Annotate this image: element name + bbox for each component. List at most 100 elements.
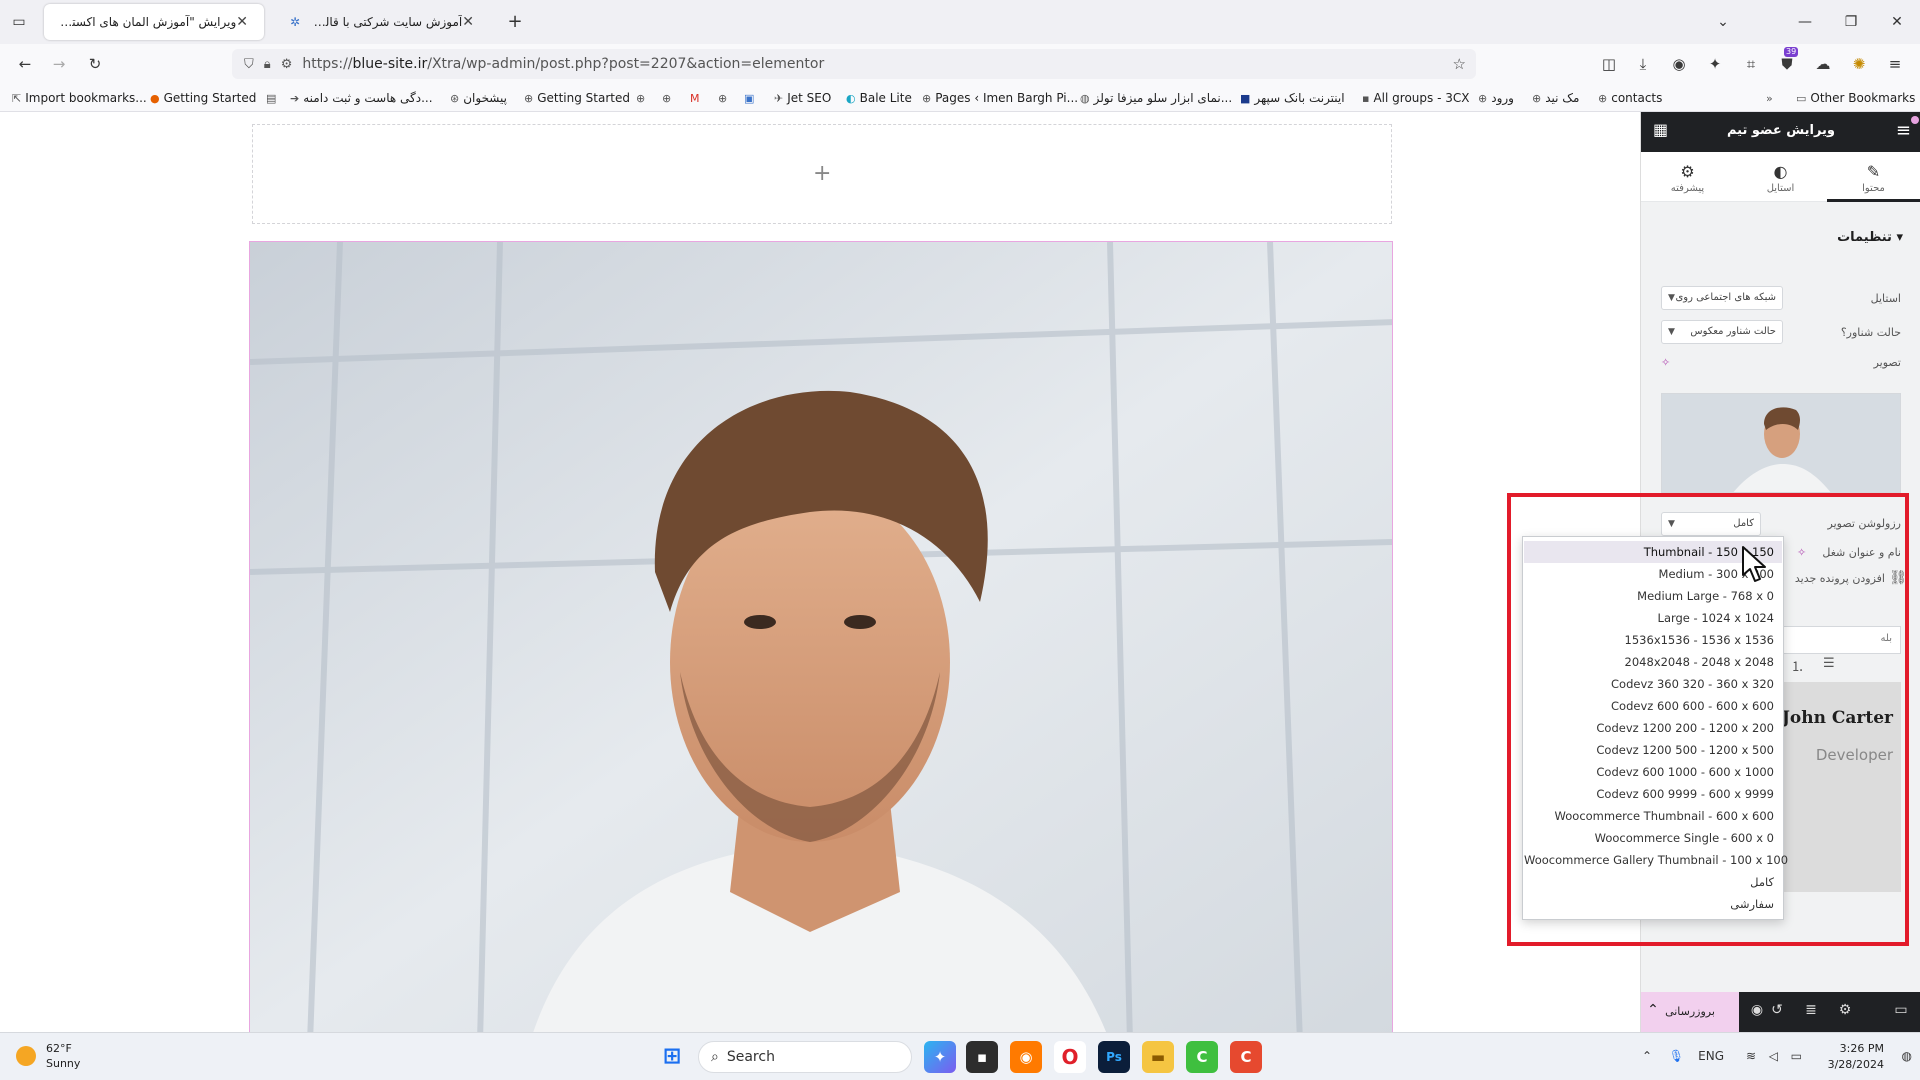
bookmark-pages[interactable]: ⊕ Pages ‹ Imen Bargh Pi... xyxy=(922,89,1078,107)
bookmark-star-icon[interactable]: ☆ xyxy=(1453,55,1466,73)
firefox-app-icon[interactable]: ◉ xyxy=(1010,1041,1042,1073)
bookmark-folder[interactable]: ▤ xyxy=(266,89,280,107)
responsive-mode-icon[interactable]: ▭ xyxy=(1891,1002,1911,1018)
tab-tutorial[interactable]: ✕ آموزش سایت شرکتی با قالب اکس ✲ xyxy=(272,4,490,40)
bookmark-globe-2[interactable]: ⊕ xyxy=(662,89,675,107)
settings-gear-icon[interactable]: ⚙ xyxy=(1835,1002,1855,1018)
shield-icon[interactable]: ⛉ xyxy=(244,57,254,72)
resolution-option[interactable]: Codevz 1200 500 - 1200 x 500 xyxy=(1524,739,1782,761)
wifi-icon[interactable]: ≋ xyxy=(1746,1049,1756,1063)
other-bookmarks[interactable]: ▭ Other Bookmarks xyxy=(1796,89,1915,107)
resolution-option[interactable]: Codevz 1200 200 - 1200 x 200 xyxy=(1524,717,1782,739)
add-section-plus-icon[interactable]: + xyxy=(813,161,831,186)
bookmark-jet-seo[interactable]: ✈ Jet SEO xyxy=(774,89,831,107)
resolution-option[interactable]: Medium Large - 768 x 0 xyxy=(1524,585,1782,607)
bookmark-square[interactable]: ▣ xyxy=(744,89,758,107)
unordered-list-icon[interactable]: ☰ xyxy=(1823,656,1835,671)
history-icon[interactable]: ↺ xyxy=(1767,1002,1787,1018)
forward-arrow-icon[interactable]: → xyxy=(44,49,74,79)
bookmark-login[interactable]: ⊕ ورود xyxy=(1478,89,1514,107)
bookmark-bank[interactable]: ■ اینترنت بانک سپهر xyxy=(1240,89,1345,107)
back-arrow-icon[interactable]: ← xyxy=(10,49,40,79)
bookmark-contacts[interactable]: ⊕ contacts xyxy=(1598,89,1662,107)
section-title-settings[interactable]: ▾ تنظیمات xyxy=(1837,230,1903,245)
tab-style[interactable]: ◐ استایل xyxy=(1734,152,1827,202)
cloud-icon[interactable]: ☁ xyxy=(1808,49,1838,79)
tab-advanced[interactable]: ⚙ پیشرفته xyxy=(1641,152,1734,202)
download-icon[interactable]: ⤓ xyxy=(1628,49,1658,79)
photoshop-app-icon[interactable]: Ps xyxy=(1098,1041,1130,1073)
battery-icon[interactable]: ▭ xyxy=(1791,1049,1802,1063)
empty-section-dropzone[interactable]: + xyxy=(252,124,1392,224)
bookmark-3cx[interactable]: ▪ All groups - 3CX xyxy=(1362,89,1469,107)
bookmark-import[interactable]: ⇱ Import bookmarks... xyxy=(12,89,147,107)
language-indicator[interactable]: ENG xyxy=(1698,1049,1724,1063)
team-member-image-widget[interactable] xyxy=(249,241,1393,1032)
opera-app-icon[interactable]: O xyxy=(1054,1041,1086,1073)
style-select[interactable]: شبکه های اجتماعی روی ▼ xyxy=(1661,286,1783,310)
lock-icon[interactable]: 🔒︎ xyxy=(264,57,271,72)
pocket-icon[interactable]: ◫ xyxy=(1594,49,1624,79)
camtasia-green-icon[interactable]: C xyxy=(1186,1041,1218,1073)
bookmark-dashboard[interactable]: ⊛ پیشخوان xyxy=(450,89,507,107)
tray-overflow-chevron-icon[interactable]: ⌃ xyxy=(1642,1049,1652,1063)
update-options-chevron-icon[interactable]: ⌃ xyxy=(1643,1002,1663,1018)
tab-list-icon[interactable]: ▭ xyxy=(4,7,34,37)
notification-bell-icon[interactable]: ◍ xyxy=(1902,1049,1912,1063)
bookmark-globe-1[interactable]: ⊕ xyxy=(636,89,649,107)
resolution-option[interactable]: 2048x2048 - 2048 x 2048 xyxy=(1524,651,1782,673)
resolution-option[interactable]: Codevz 360 320 - 360 x 320 xyxy=(1524,673,1782,695)
bookmarks-overflow-icon[interactable]: » xyxy=(1766,89,1777,107)
extensions-icon[interactable]: ✦ xyxy=(1700,49,1730,79)
resolution-option[interactable]: سفارشی xyxy=(1524,893,1782,915)
bookmark-getting-started[interactable]: ● Getting Started xyxy=(150,89,256,107)
tab-elementor-editor[interactable]: ✕ ویرایش "آموزش المان های اکسترا – xyxy=(44,4,264,40)
bookmark-globe-3[interactable]: ⊕ xyxy=(718,89,731,107)
ai-sparkle-icon[interactable]: ✧ xyxy=(1797,546,1806,559)
reload-icon[interactable]: ↻ xyxy=(80,49,110,79)
address-bar[interactable]: ⛉ 🔒︎ ⚙︎ https://blue-site.ir/Xtra/wp-adm… xyxy=(232,49,1476,79)
microphone-icon[interactable]: 🎙︎ xyxy=(1669,1049,1684,1063)
bookmark-tools[interactable]: ◍ نمای ابزار سلو میزفا تولز... xyxy=(1080,89,1232,107)
ai-sparkle-icon[interactable]: ✧ xyxy=(1661,356,1670,369)
navigator-layers-icon[interactable]: ≣ xyxy=(1801,1002,1821,1018)
clock[interactable]: 3:26 PM 3/28/2024 xyxy=(1828,1041,1884,1073)
start-windows-icon[interactable]: ⊞ xyxy=(656,1041,688,1073)
camtasia-red-icon[interactable]: C xyxy=(1230,1041,1262,1073)
resolution-option[interactable]: کامل xyxy=(1524,871,1782,893)
tab-close-icon[interactable]: ✕ xyxy=(236,14,248,30)
menu-hamburger-icon[interactable]: ≡ xyxy=(1880,49,1910,79)
resolution-select[interactable]: کامل ▼ xyxy=(1661,512,1761,536)
bookmark-hosting[interactable]: ➔ دگی هاست و ثبت دامنه... xyxy=(290,89,433,107)
resolution-option[interactable]: 1536x1536 - 1536 x 1536 xyxy=(1524,629,1782,651)
tab-overflow-chevron-icon[interactable]: ⌄ xyxy=(1708,7,1738,37)
resolution-option[interactable]: Large - 1024 x 1024 xyxy=(1524,607,1782,629)
restore-button[interactable]: ❐ xyxy=(1836,7,1866,37)
crop-icon[interactable]: ⌗ xyxy=(1736,49,1766,79)
copilot-icon[interactable]: ✦ xyxy=(924,1041,956,1073)
dynamic-tags-icon[interactable]: ⛓ xyxy=(1889,570,1907,586)
float-select[interactable]: حالت شناور معکوس ▼ xyxy=(1661,320,1783,344)
addon-icon[interactable]: ✺ xyxy=(1844,49,1874,79)
bookmark-bale-lite[interactable]: ◐ Bale Lite xyxy=(846,89,912,107)
tab-close-icon[interactable]: ✕ xyxy=(462,14,474,30)
image-thumbnail[interactable] xyxy=(1661,393,1901,493)
bookmark-gmail[interactable]: M xyxy=(690,89,704,107)
weather-widget[interactable]: 62°F Sunny xyxy=(16,1041,80,1071)
resolution-option[interactable]: Woocommerce Gallery Thumbnail - 100 x 10… xyxy=(1524,849,1788,871)
taskbar-search[interactable]: ⌕ Search xyxy=(698,1041,912,1073)
widgets-grid-icon[interactable]: ▦ xyxy=(1653,120,1668,139)
bookmark-mac[interactable]: ⊕ مک نید xyxy=(1532,89,1579,107)
preview-eye-icon[interactable]: ◉ xyxy=(1747,1002,1767,1018)
account-icon[interactable]: ◉ xyxy=(1664,49,1694,79)
minimize-button[interactable]: — xyxy=(1790,7,1820,37)
permissions-icon[interactable]: ⚙︎ xyxy=(281,57,293,72)
url-text[interactable]: https://blue-site.ir/Xtra/wp-admin/post.… xyxy=(302,56,824,72)
ordered-list-icon[interactable]: ⒈ xyxy=(1791,656,1804,675)
task-view-icon[interactable]: ▪ xyxy=(966,1041,998,1073)
resolution-option[interactable]: Codevz 600 600 - 600 x 600 xyxy=(1524,695,1782,717)
volume-icon[interactable]: ◁ xyxy=(1769,1049,1778,1063)
resolution-option[interactable]: Woocommerce Thumbnail - 600 x 600 xyxy=(1524,805,1782,827)
resolution-option[interactable]: Codevz 600 9999 - 600 x 9999 xyxy=(1524,783,1782,805)
new-tab-button[interactable]: + xyxy=(500,7,530,37)
